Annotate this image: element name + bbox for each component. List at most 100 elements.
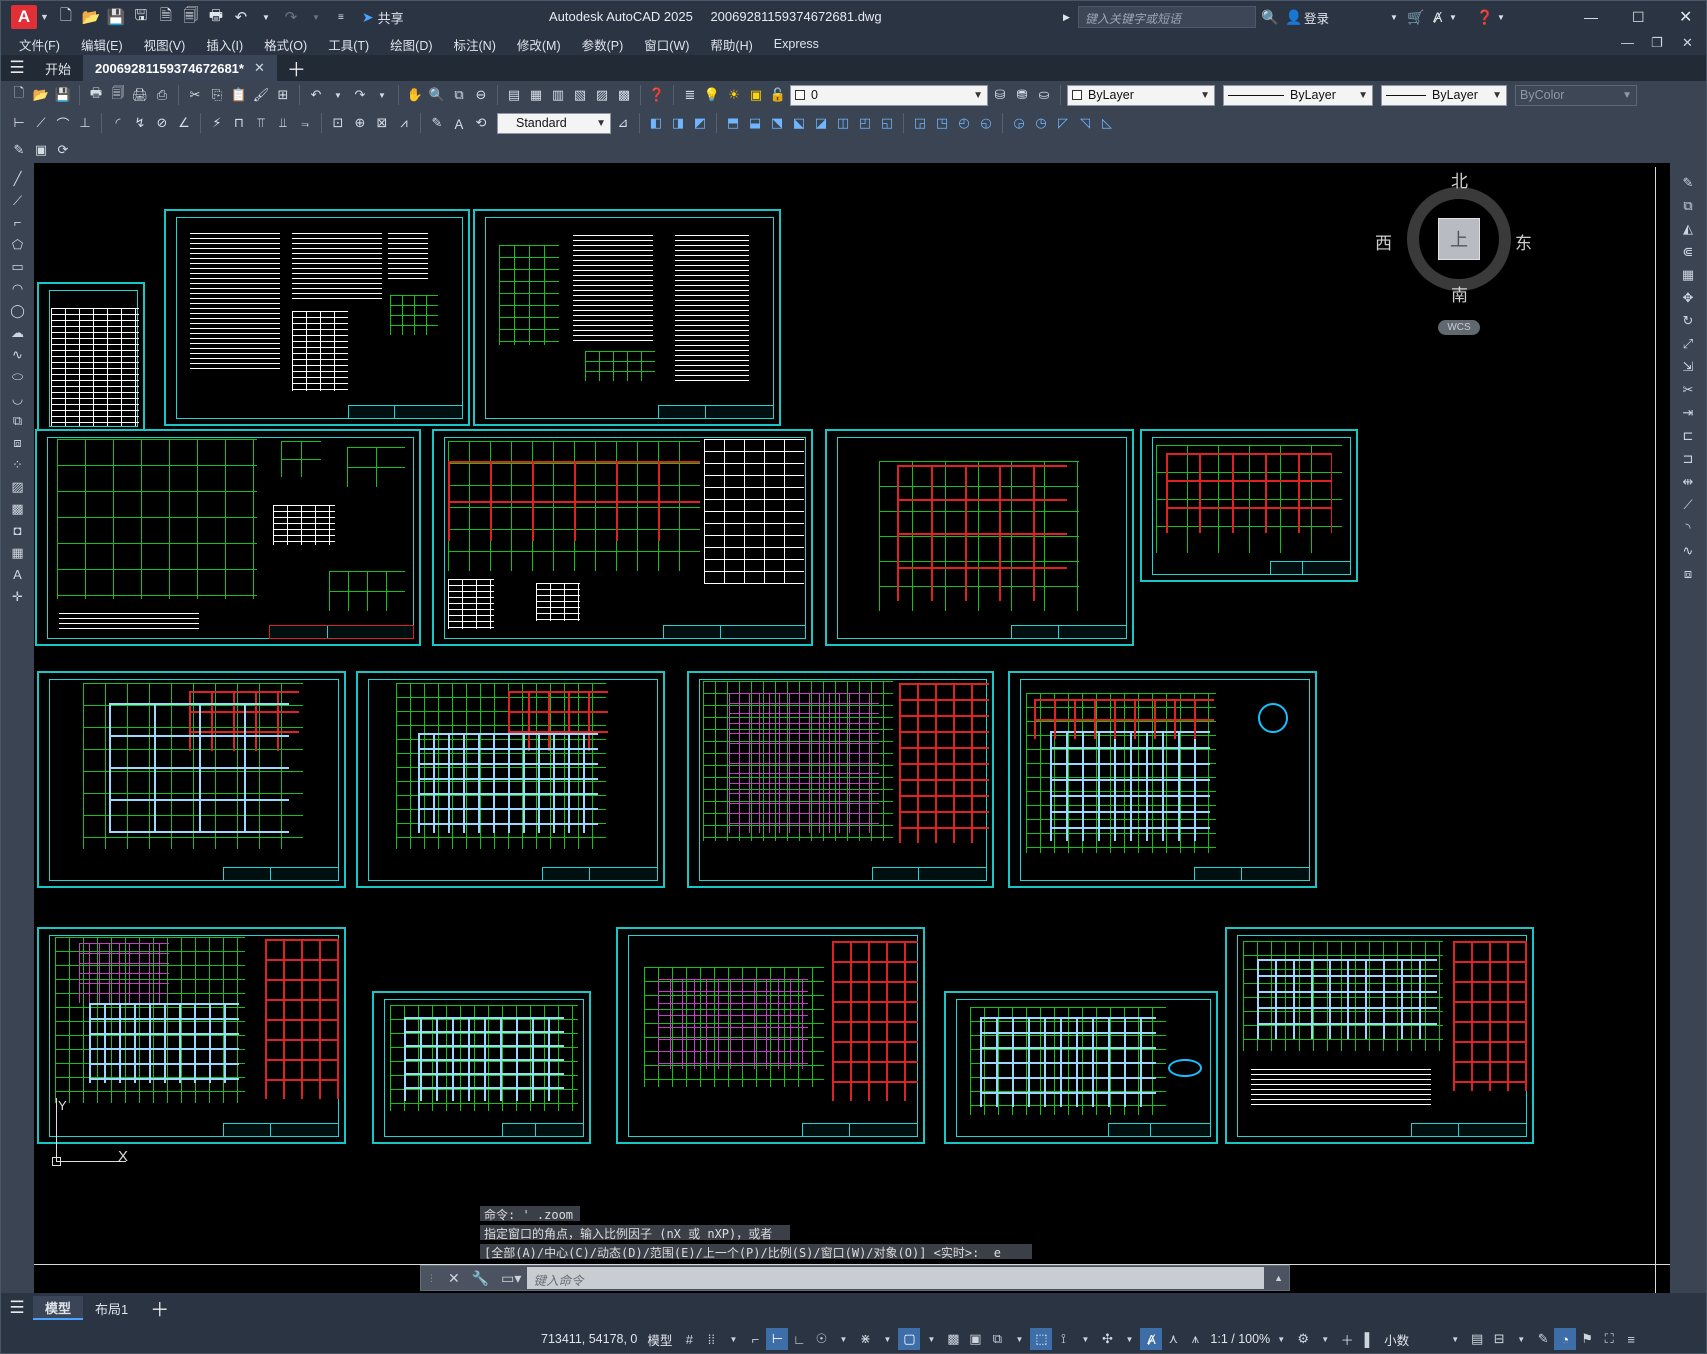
close-icon[interactable]: ✕ — [1679, 6, 1692, 28]
drawing-sheet-slab-1[interactable] — [372, 991, 591, 1144]
menu-window[interactable]: 窗口(W) — [635, 35, 701, 54]
menu-help[interactable]: 帮助(H) — [701, 35, 764, 54]
angular-dimension-icon[interactable]: ∠ — [174, 113, 194, 133]
sheet-set-icon[interactable]: ▧ — [570, 85, 590, 105]
layer-viewport-icon[interactable]: ▣ — [746, 85, 766, 105]
viewcube-west[interactable]: 西 — [1375, 229, 1392, 254]
block-attribute-icon[interactable]: ▣ — [31, 140, 51, 160]
drawing-sheet-stair-details[interactable] — [1225, 927, 1534, 1144]
menu-insert[interactable]: 插入(I) — [197, 35, 255, 54]
layer-dropdown[interactable]: 0 ▼ — [790, 84, 988, 106]
subtract-icon[interactable]: ◰ — [855, 113, 875, 133]
menu-tools[interactable]: 工具(T) — [319, 35, 381, 54]
slice-icon[interactable]: ◲ — [910, 113, 930, 133]
units-icon[interactable]: ▌ — [1358, 1328, 1380, 1350]
arc-icon[interactable]: ◠ — [8, 279, 28, 298]
menu-modify[interactable]: 修改(M) — [508, 35, 573, 54]
doc-close-icon[interactable]: ✕ — [1682, 35, 1693, 51]
scale-icon[interactable]: ⤢ — [1678, 334, 1698, 353]
linetype-dropdown[interactable]: ByLayer ▼ — [1223, 84, 1373, 106]
break-icon[interactable]: ⊐ — [1678, 449, 1698, 468]
edit-attribute-icon[interactable]: ✎ — [9, 140, 29, 160]
ortho-icon[interactable]: ∟ — [788, 1328, 810, 1350]
dimension-update-icon[interactable]: ⟲ — [471, 113, 491, 133]
object-snap-dropdown-icon[interactable]: ▼ — [920, 1328, 942, 1350]
mirror-icon[interactable]: ◭ — [1678, 219, 1698, 238]
extend-icon[interactable]: ⇥ — [1678, 403, 1698, 422]
region-icon[interactable]: ◘ — [8, 521, 28, 540]
hatch-icon[interactable]: ▨ — [8, 477, 28, 496]
undo-dropdown-icon[interactable]: ▼ — [255, 6, 277, 28]
menu-dimension[interactable]: 标注(N) — [445, 35, 508, 54]
move-icon[interactable]: ✥ — [1678, 288, 1698, 307]
undo-list-icon[interactable]: ▼ — [328, 85, 348, 105]
thicken-icon[interactable]: ◳ — [932, 113, 952, 133]
new-layout-plus-icon[interactable]: ＋ — [150, 1295, 169, 1322]
viewcube-top-face[interactable]: 上 — [1438, 218, 1480, 260]
undo-icon[interactable]: ↶ — [306, 85, 326, 105]
share-button[interactable]: ➤ 共享 — [362, 8, 404, 27]
zoom-window-icon[interactable]: ⧉ — [449, 85, 469, 105]
gradient-icon[interactable]: ▩ — [8, 499, 28, 518]
selection-dropdown-icon[interactable]: ▼ — [1008, 1328, 1030, 1350]
break-at-point-icon[interactable]: ⊏ — [1678, 426, 1698, 445]
redo-icon[interactable]: ↷ — [350, 85, 370, 105]
offset-icon[interactable]: ⋐ — [1678, 242, 1698, 261]
construction-line-icon[interactable]: ⟋ — [8, 191, 28, 210]
tab-layout1[interactable]: 布局1 — [83, 1296, 140, 1320]
plot-preview-icon[interactable]: 🗐 — [108, 85, 128, 105]
command-customize-icon[interactable]: 🔧 — [472, 1270, 489, 1287]
rectangle-icon[interactable]: ▭ — [8, 257, 28, 276]
design-center-icon[interactable]: ▦ — [526, 85, 546, 105]
grid-icon[interactable]: # — [678, 1328, 700, 1350]
extrude-icon[interactable]: ⬒ — [723, 113, 743, 133]
quick-properties-icon[interactable]: ▤ — [1466, 1328, 1488, 1350]
doc-restore-icon[interactable]: ❐ — [1651, 35, 1663, 51]
save-web-icon[interactable]: 🗐 — [180, 6, 202, 28]
add-selected-icon[interactable]: ✛ — [8, 587, 28, 606]
save-as-icon[interactable]: 🖫 — [130, 6, 152, 28]
infer-constraints-icon[interactable]: ⌐ — [744, 1328, 766, 1350]
help-dropdown-icon[interactable]: ▼ — [1497, 6, 1505, 28]
quick-dimension-icon[interactable]: ⚡ — [207, 113, 227, 133]
revolve-icon[interactable]: ⬕ — [789, 113, 809, 133]
a360-dropdown-icon[interactable]: ▼ — [1449, 6, 1457, 28]
drawing-sheet-column-layout[interactable] — [825, 429, 1134, 646]
block-editor-icon[interactable]: ⊞ — [273, 85, 293, 105]
snap-dropdown-icon[interactable]: ▼ — [722, 1328, 744, 1350]
loft-icon[interactable]: ◪ — [811, 113, 831, 133]
layer-previous-icon[interactable]: ⛃ — [1012, 85, 1032, 105]
revision-cloud-icon[interactable]: ☁ — [8, 323, 28, 342]
annotation-scale-value[interactable]: 1:1 / 100% — [1210, 1332, 1270, 1346]
zoom-realtime-icon[interactable]: 🔍 — [427, 85, 447, 105]
layout-menu-icon[interactable]: ☰ — [1, 1298, 33, 1318]
viewcube-east[interactable]: 东 — [1515, 229, 1532, 254]
diameter-dimension-icon[interactable]: ⊘ — [152, 113, 172, 133]
multiline-text-icon[interactable]: A — [8, 565, 28, 584]
model-space-button[interactable]: 模型 — [647, 1330, 672, 1349]
drawing-sheet-slab-3[interactable] — [944, 991, 1218, 1144]
user-icon[interactable]: 👤 — [1285, 6, 1302, 28]
tolerance-icon[interactable]: ⊡ — [328, 113, 348, 133]
app-menu-chevron-icon[interactable]: ▼ — [40, 12, 49, 22]
layer-lock-icon[interactable]: 🔓 — [768, 85, 788, 105]
drawing-sheet-general-notes-2[interactable] — [473, 209, 781, 426]
interfere-icon[interactable]: ◴ — [954, 113, 974, 133]
3d-print-icon[interactable]: ⎙ — [152, 85, 172, 105]
scale-dropdown-icon[interactable]: ▼ — [1270, 1328, 1292, 1350]
layer-states-icon[interactable]: ⛀ — [1034, 85, 1054, 105]
graphics-performance-icon[interactable]: ⚑ — [1576, 1328, 1598, 1350]
annotation-scale-icon[interactable]: ⩚ — [1184, 1328, 1206, 1350]
menu-parametric[interactable]: 参数(P) — [573, 35, 636, 54]
3d-array-icon[interactable]: ◹ — [1075, 113, 1095, 133]
clean-screen-icon[interactable]: ⛶ — [1598, 1328, 1620, 1350]
cone-icon[interactable]: ◩ — [690, 113, 710, 133]
layer-properties-icon[interactable]: ≣ — [680, 85, 700, 105]
sweep-icon[interactable]: ⬔ — [767, 113, 787, 133]
lineweight-dropdown[interactable]: ByLayer ▼ — [1381, 84, 1507, 106]
ellipse-icon[interactable]: ⬭ — [8, 367, 28, 386]
plot-icon[interactable]: 🖶 — [86, 85, 106, 105]
3d-rotate-icon[interactable]: ◷ — [1031, 113, 1051, 133]
drawing-sheet-general-notes-1[interactable] — [164, 209, 470, 426]
rotate-icon[interactable]: ↻ — [1678, 311, 1698, 330]
